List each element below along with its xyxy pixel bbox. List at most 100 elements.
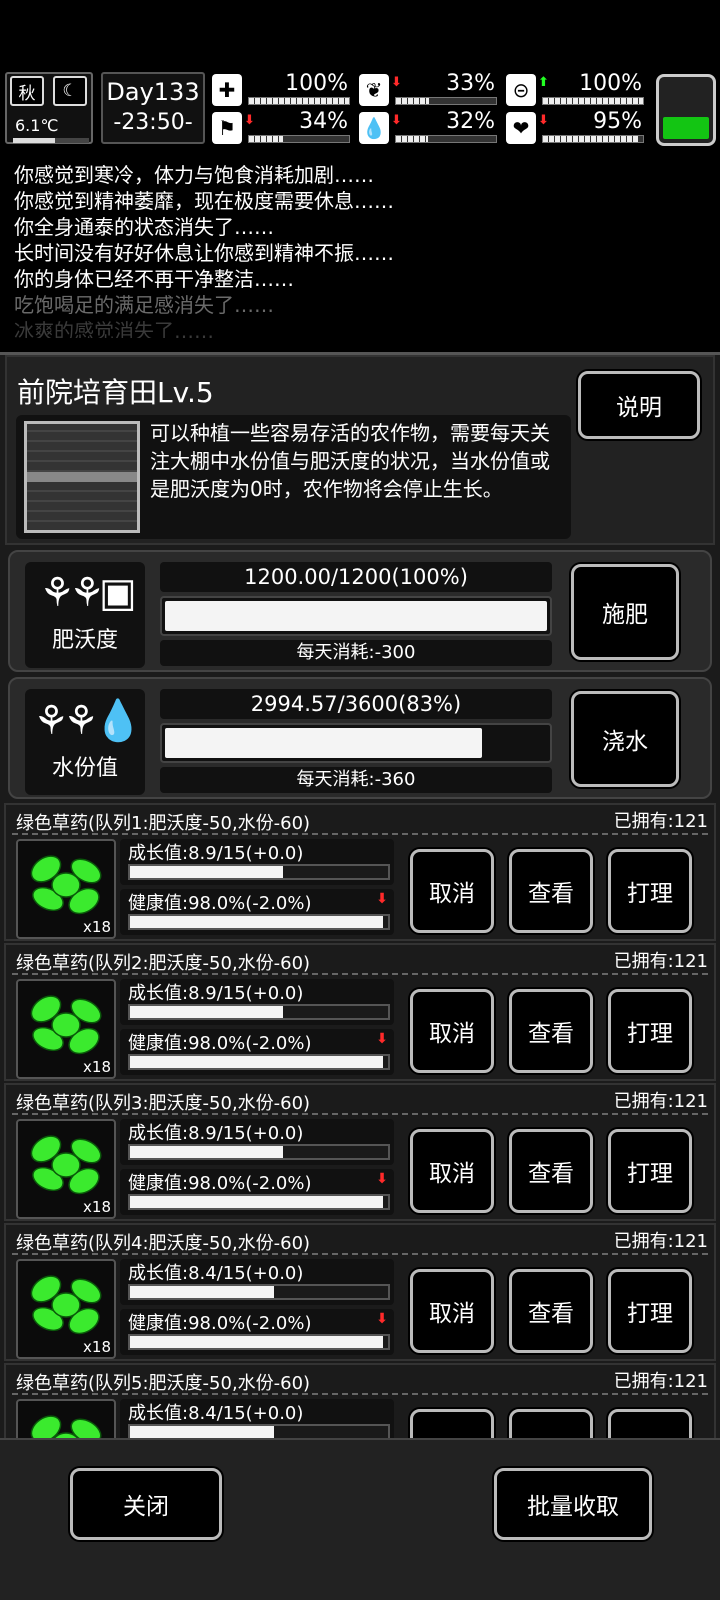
log-line: 你的身体已经不再干净整洁…… <box>14 267 294 291</box>
tend-button[interactable] <box>608 1409 692 1439</box>
health-down-icon: ⬇ <box>376 1311 388 1327</box>
crop-name: 绿色草药(队列5:肥沃度-50,水份-60) <box>16 1373 311 1394</box>
health-text: 健康值:98.0%(-2.0%) <box>128 893 312 914</box>
trend-down-icon: ⬇ <box>244 113 255 128</box>
growth-text: 成长值:8.9/15(+0.0) <box>128 1123 304 1144</box>
crop-list[interactable]: 绿色草药(队列1:肥沃度-50,水份-60) 已拥有:121 x18 成长值:8.9/… <box>4 803 716 1439</box>
crop-owned: 已拥有:121 <box>613 1091 708 1112</box>
battery-fill <box>663 117 709 139</box>
pill-icon: ⊝ <box>506 74 536 106</box>
fertilize-button[interactable]: 施肥 <box>571 564 679 660</box>
log-line: 你全身通泰的状态消失了…… <box>14 215 274 239</box>
crop-owned: 已拥有:121 <box>613 1371 708 1392</box>
trend-down-icon: ⬇ <box>391 75 402 90</box>
cancel-button[interactable]: 取消 <box>410 1269 494 1353</box>
crop-row: 绿色草药(队列1:肥沃度-50,水份-60) 已拥有:121 x18 成长值:8.9/… <box>4 803 716 941</box>
view-button[interactable]: 查看 <box>509 849 593 933</box>
stat-medkit: ✚ 100% <box>212 71 352 108</box>
page-title: 前院培育田Lv.5 <box>17 376 214 409</box>
battery-indicator[interactable] <box>656 74 716 146</box>
growth-stat: 成长值:8.4/15(+0.0) <box>120 1259 394 1305</box>
view-button[interactable]: 查看 <box>509 1269 593 1353</box>
health-stat: 健康值:98.0%(-2.0%) ⬇ <box>120 1169 394 1215</box>
growth-text: 成长值:8.9/15(+0.0) <box>128 843 304 864</box>
season-weather-cell: 秋 ☾ 6.1℃ <box>5 72 93 144</box>
herb-icon: x18 <box>16 839 116 939</box>
fertility-panel: ⚘⚘▣ 肥沃度 1200.00/1200(100%) 每天消耗:-300 施肥 <box>8 550 712 672</box>
cancel-button[interactable]: 取消 <box>410 989 494 1073</box>
crop-count: x18 <box>83 1338 111 1356</box>
stat-bar <box>395 97 497 105</box>
health-bar <box>128 1194 390 1210</box>
stomach-icon: ❦ <box>359 74 389 106</box>
crop-count: x18 <box>83 918 111 936</box>
batch-harvest-button[interactable]: 批量收取 <box>494 1468 652 1540</box>
log-line: 你感觉到精神萎靡，现在极度需要休息…… <box>14 189 394 213</box>
crop-count: x18 <box>83 1198 111 1216</box>
log-line: 冰爽的感觉消失了…… <box>14 319 214 338</box>
crop-name: 绿色草药(队列4:肥沃度-50,水份-60) <box>16 1233 311 1254</box>
health-stat: 健康值:98.0%(-2.0%) ⬇ <box>120 1029 394 1075</box>
crop-count: x18 <box>83 1058 111 1076</box>
field-image <box>24 421 140 533</box>
stat-boot: ⚑ ⬇ 34% <box>212 109 352 146</box>
fertilizer-icon: ⚘⚘▣ <box>39 570 137 616</box>
cancel-button[interactable] <box>410 1409 494 1439</box>
status-bar: 秋 ☾ 6.1℃ Day133 -23:50- ✚ 100% ❦ ⬇ 33% ⊝ ⬆ 100%… <box>0 71 720 148</box>
field-description: 可以种植一些容易存活的农作物，需要每天关注大棚中水份值与肥沃度的状况，当水份值或… <box>150 421 550 501</box>
herb-icon: x18 <box>16 1259 116 1359</box>
crop-row: 绿色草药(队列5:肥沃度-50,水份-60) 已拥有:121 x18 成长值:8.4/… <box>4 1363 716 1439</box>
view-button[interactable]: 查看 <box>509 989 593 1073</box>
growth-text: 成长值:8.4/15(+0.0) <box>128 1403 304 1424</box>
view-button[interactable]: 查看 <box>509 1129 593 1213</box>
stat-bar <box>248 135 350 143</box>
crop-name: 绿色草药(队列2:肥沃度-50,水份-60) <box>16 953 311 974</box>
tend-button[interactable]: 打理 <box>608 1269 692 1353</box>
help-button[interactable]: 说明 <box>578 371 700 439</box>
stat-value: 32% <box>446 109 495 134</box>
stat-bar <box>395 135 497 143</box>
divider <box>12 973 708 975</box>
log-line: 吃饱喝足的满足感消失了…… <box>14 293 274 317</box>
cancel-button[interactable]: 取消 <box>410 1129 494 1213</box>
view-button[interactable] <box>509 1409 593 1439</box>
stat-value: 33% <box>446 71 495 96</box>
moon-icon: ☾ <box>53 76 87 106</box>
watering-icon-box: ⚘⚘💧 水份值 <box>25 689 145 795</box>
crop-row: 绿色草药(队列2:肥沃度-50,水份-60) 已拥有:121 x18 成长值:8.9/… <box>4 943 716 1081</box>
health-bar <box>128 1334 390 1350</box>
close-button[interactable]: 关闭 <box>70 1468 222 1540</box>
water-bar <box>160 723 552 763</box>
stat-value: 100% <box>579 71 642 96</box>
tend-button[interactable]: 打理 <box>608 849 692 933</box>
health-stat: 健康值:98.0%(-2.0%) ⬇ <box>120 889 394 935</box>
health-text: 健康值:98.0%(-2.0%) <box>128 1033 312 1054</box>
water-button[interactable]: 浇水 <box>571 691 679 787</box>
crop-row: 绿色草药(队列4:肥沃度-50,水份-60) 已拥有:121 x18 成长值:8.4/… <box>4 1223 716 1361</box>
trend-up-icon: ⬆ <box>538 75 549 90</box>
stat-value: 95% <box>593 109 642 134</box>
tend-button[interactable]: 打理 <box>608 989 692 1073</box>
field-description-box: 可以种植一些容易存活的农作物，需要每天关注大棚中水份值与肥沃度的状况，当水份值或… <box>16 415 571 539</box>
temperature: 6.1℃ <box>15 116 59 135</box>
crop-owned: 已拥有:121 <box>613 951 708 972</box>
day-clock-cell: Day133 -23:50- <box>101 72 205 144</box>
growth-bar <box>128 1144 390 1160</box>
tend-button[interactable]: 打理 <box>608 1129 692 1213</box>
growth-bar <box>128 1424 390 1439</box>
health-text: 健康值:98.0%(-2.0%) <box>128 1313 312 1334</box>
herb-icon: x18 <box>16 1399 116 1439</box>
growth-bar <box>128 1284 390 1300</box>
growth-stat: 成长值:8.9/15(+0.0) <box>120 1119 394 1165</box>
crop-row: 绿色草药(队列3:肥沃度-50,水份-60) 已拥有:121 x18 成长值:8.9/… <box>4 1083 716 1221</box>
water-label: 水份值 <box>51 756 118 781</box>
stat-bar <box>248 97 350 105</box>
stat-pill: ⊝ ⬆ 100% <box>506 71 646 108</box>
watering-icon: ⚘⚘💧 <box>33 698 143 744</box>
health-down-icon: ⬇ <box>376 1031 388 1047</box>
fertilizer-icon-box: ⚘⚘▣ 肥沃度 <box>25 562 145 668</box>
health-stat: 健康值:98.0%(-2.0%) ⬇ <box>120 1309 394 1355</box>
cancel-button[interactable]: 取消 <box>410 849 494 933</box>
water-daily: 每天消耗:-360 <box>160 767 552 793</box>
stat-value: 100% <box>285 71 348 96</box>
